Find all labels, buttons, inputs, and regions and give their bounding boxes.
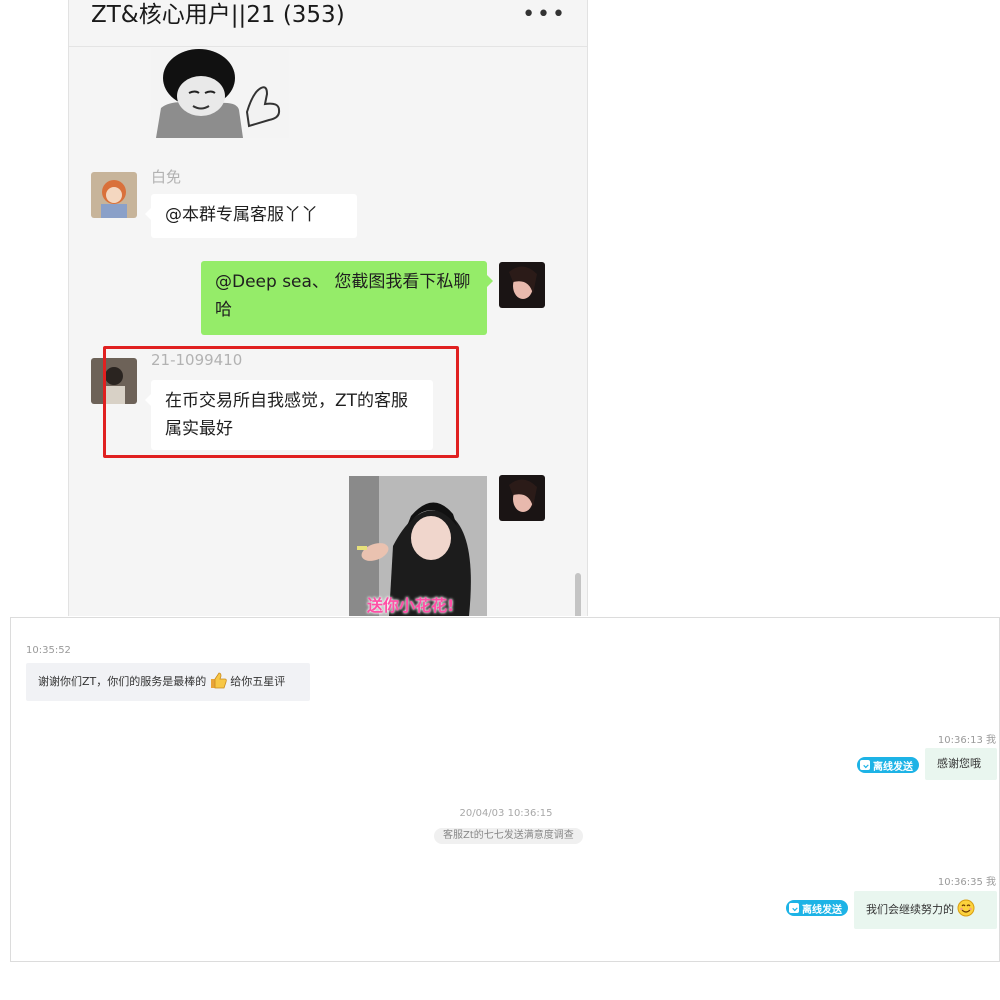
offline-send-badge: 离线发送 — [857, 757, 919, 773]
photo-sticker[interactable]: 送你小花花! — [349, 476, 487, 616]
chat-title: ZT&核心用户||21 (353) — [91, 2, 345, 28]
message-text: 给你五星评 — [230, 675, 286, 688]
message-bubble[interactable]: @本群专属客服丫丫 — [145, 194, 357, 238]
sticker-caption: 送你小花花! — [367, 596, 455, 615]
send-icon — [789, 903, 799, 913]
message-timestamp: 10:36:35 我 — [937, 877, 996, 888]
group-chat-window: ZT&核心用户||21 (353) ••• 白免 @本群专属客服丫丫 @Deep… — [68, 0, 588, 616]
message-text: 谢谢你们ZT，你们的服务是最棒的 — [38, 675, 207, 688]
my-avatar[interactable] — [499, 262, 545, 308]
agent-message[interactable]: 感谢您哦 — [925, 748, 997, 780]
message-text: 我们会继续努力的 — [866, 903, 954, 916]
my-message-bubble[interactable]: @Deep sea、 您截图我看下私聊哈 — [201, 261, 493, 335]
system-timestamp: 20/04/03 10:36:15 — [459, 808, 553, 819]
avatar-baimian[interactable] — [91, 172, 137, 218]
red-highlight-box — [103, 346, 459, 458]
message-text: 感谢您哦 — [937, 757, 981, 770]
customer-message[interactable]: 谢谢你们ZT，你们的服务是最棒的 给你五星评 — [26, 663, 310, 701]
my-avatar[interactable] — [499, 475, 545, 521]
chat-header: ZT&核心用户||21 (353) ••• — [69, 0, 587, 47]
sender-name: 白免 — [151, 168, 182, 186]
message-timestamp: 10:35:52 — [26, 645, 71, 656]
service-chat-log: 10:35:52 谢谢你们ZT，你们的服务是最棒的 给你五星评 10:36:13… — [10, 617, 1000, 962]
thumbs-up-icon — [209, 671, 227, 694]
chat-scrollbar[interactable] — [575, 573, 581, 616]
agent-message[interactable]: 我们会继续努力的 — [854, 891, 997, 929]
offline-send-badge: 离线发送 — [786, 900, 848, 916]
more-options-icon[interactable]: ••• — [522, 4, 567, 26]
message-timestamp: 10:36:13 我 — [937, 735, 996, 746]
system-notice: 客服Zt的七七发送满意度调查 — [434, 828, 583, 844]
smile-icon — [957, 899, 975, 922]
meme-sticker[interactable] — [151, 48, 289, 138]
send-icon — [860, 760, 870, 770]
